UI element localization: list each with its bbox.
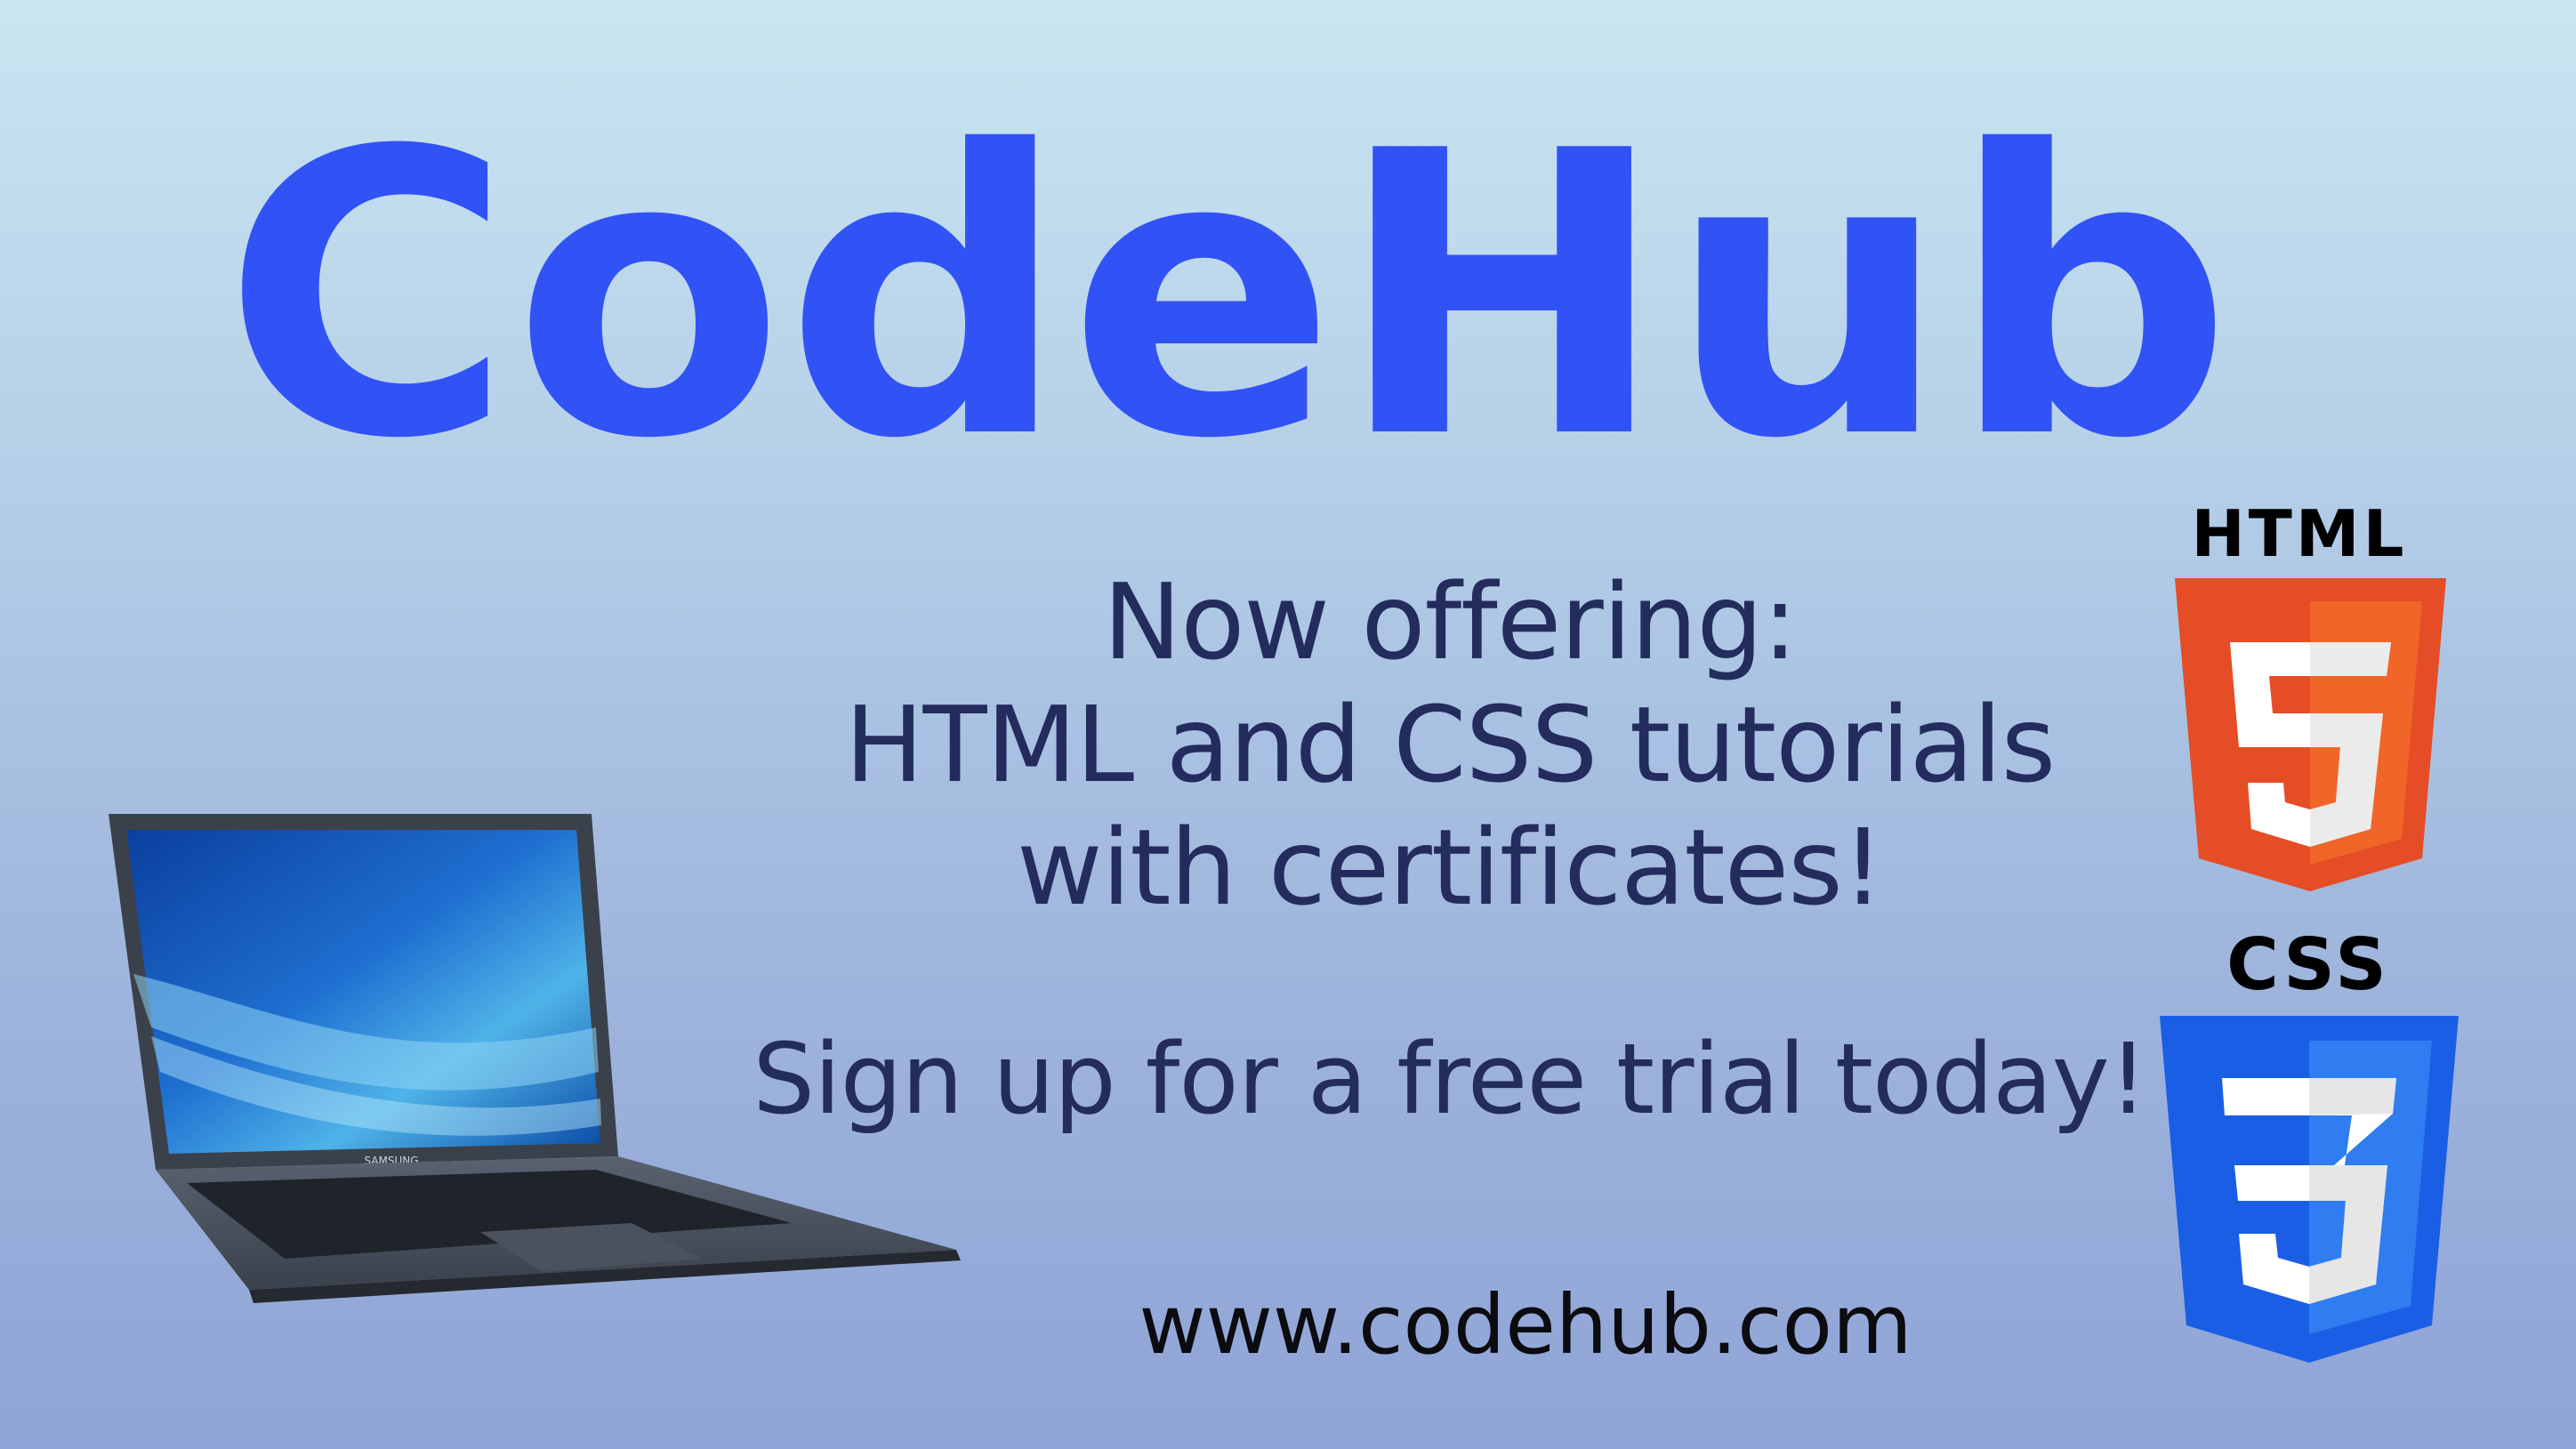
html5-shield-graphic — [2175, 578, 2446, 891]
website-url[interactable]: www.codehub.com — [1050, 1276, 2001, 1374]
html5-shield-icon — [2175, 578, 2446, 891]
headline-line-1: Now offering: — [1102, 560, 1798, 683]
promo-banner: CodeHub Now offering: HTML and CSS tutor… — [0, 0, 2576, 1449]
brand-wordmark: CodeHub — [205, 80, 2250, 471]
laptop-illustration: SAMSUNG — [109, 814, 961, 1303]
css-label: CSS — [2226, 923, 2390, 1006]
css3-shield-icon — [2160, 1016, 2459, 1363]
css3-shield-graphic — [2160, 1016, 2459, 1363]
headline-line-2: HTML and CSS tutorials — [844, 683, 2056, 806]
brand-wordmark-graphic: CodeHub — [222, 80, 2233, 471]
brand-title: CodeHub — [222, 80, 2233, 471]
html-label: HTML — [2191, 496, 2408, 571]
laptop-icon: SAMSUNG — [98, 805, 970, 1374]
